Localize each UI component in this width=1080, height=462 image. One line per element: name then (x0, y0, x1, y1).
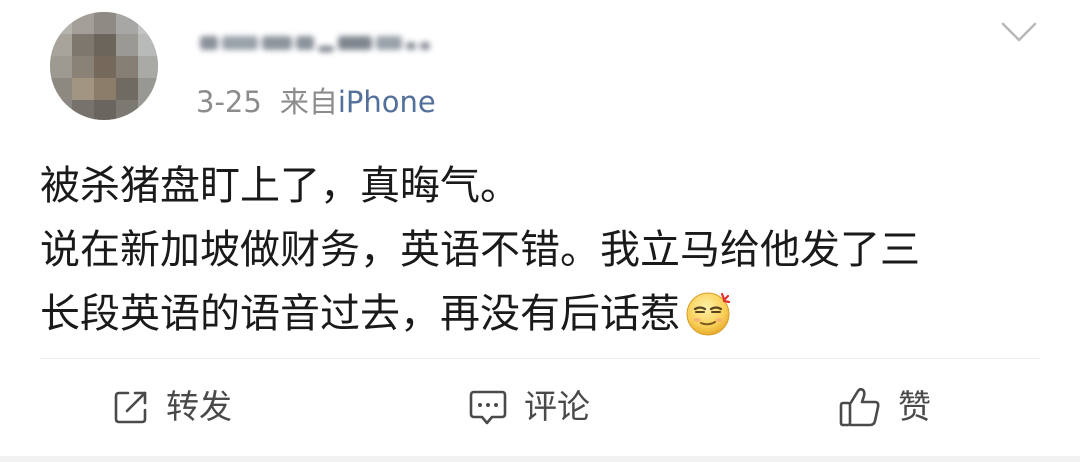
thumbs-up-icon (839, 387, 880, 427)
author-name[interactable] (196, 28, 446, 58)
post-line: 说在新加坡做财务，英语不错。我立马给他发了三 (40, 227, 920, 273)
post-meta: 3-25 来自iPhone (196, 82, 436, 122)
source-prefix: 来自 (279, 85, 338, 119)
comment-button[interactable]: 评论 (468, 382, 590, 432)
bottom-separator (0, 456, 1080, 462)
post-body: 被杀猪盘盯上了，真晦气。 说在新加坡做财务，英语不错。我立马给他发了三 长段英语… (40, 154, 1050, 346)
like-button[interactable]: 赞 (838, 382, 931, 432)
repost-button[interactable]: 转发 (112, 382, 232, 432)
post-line: 长段英语的语音过去，再没有后话惹 (40, 291, 680, 337)
weibo-post-card: 3-25 来自iPhone 被杀猪盘盯上了，真晦气。 说在新加坡做财务，英语不错。… (0, 0, 1080, 462)
doge-angry-emoji-icon (686, 292, 731, 336)
divider (40, 358, 1040, 359)
comment-icon (469, 390, 507, 425)
post-line-with-emoji: 长段英语的语音过去，再没有后话惹 (40, 282, 1050, 346)
chevron-down-icon[interactable] (1000, 20, 1038, 44)
post-line: 被杀猪盘盯上了，真晦气。 (40, 163, 520, 209)
post-date: 3-25 (196, 85, 262, 119)
post-source[interactable]: iPhone (338, 85, 436, 119)
like-label: 赞 (898, 387, 931, 426)
share-icon (114, 391, 147, 424)
repost-label: 转发 (166, 387, 232, 426)
avatar[interactable] (50, 12, 158, 120)
comment-label: 评论 (524, 387, 590, 426)
